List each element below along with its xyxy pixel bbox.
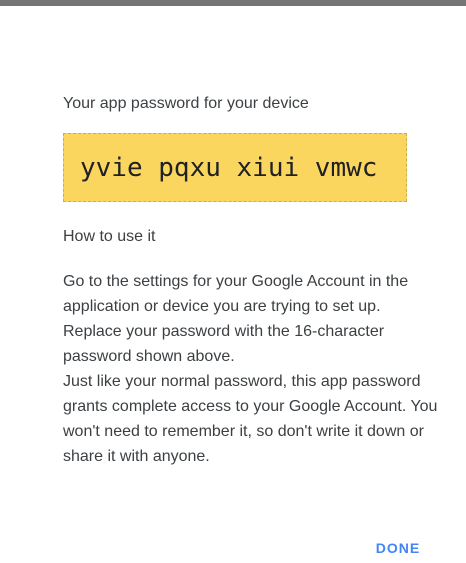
security-note-paragraph: Just like your normal password, this app… [63, 373, 438, 465]
app-password-box: yvie pqxu xiui vmwc [63, 133, 407, 202]
app-password-value[interactable]: yvie pqxu xiui vmwc [80, 151, 377, 185]
dialog-heading: Your app password for your device [63, 95, 309, 112]
how-to-use-heading: How to use it [63, 228, 156, 245]
instructions-paragraph: Go to the settings for your Google Accou… [63, 273, 409, 365]
done-button[interactable]: DONE [362, 533, 434, 563]
app-password-dialog: Your app password for your device yvie p… [0, 6, 466, 556]
